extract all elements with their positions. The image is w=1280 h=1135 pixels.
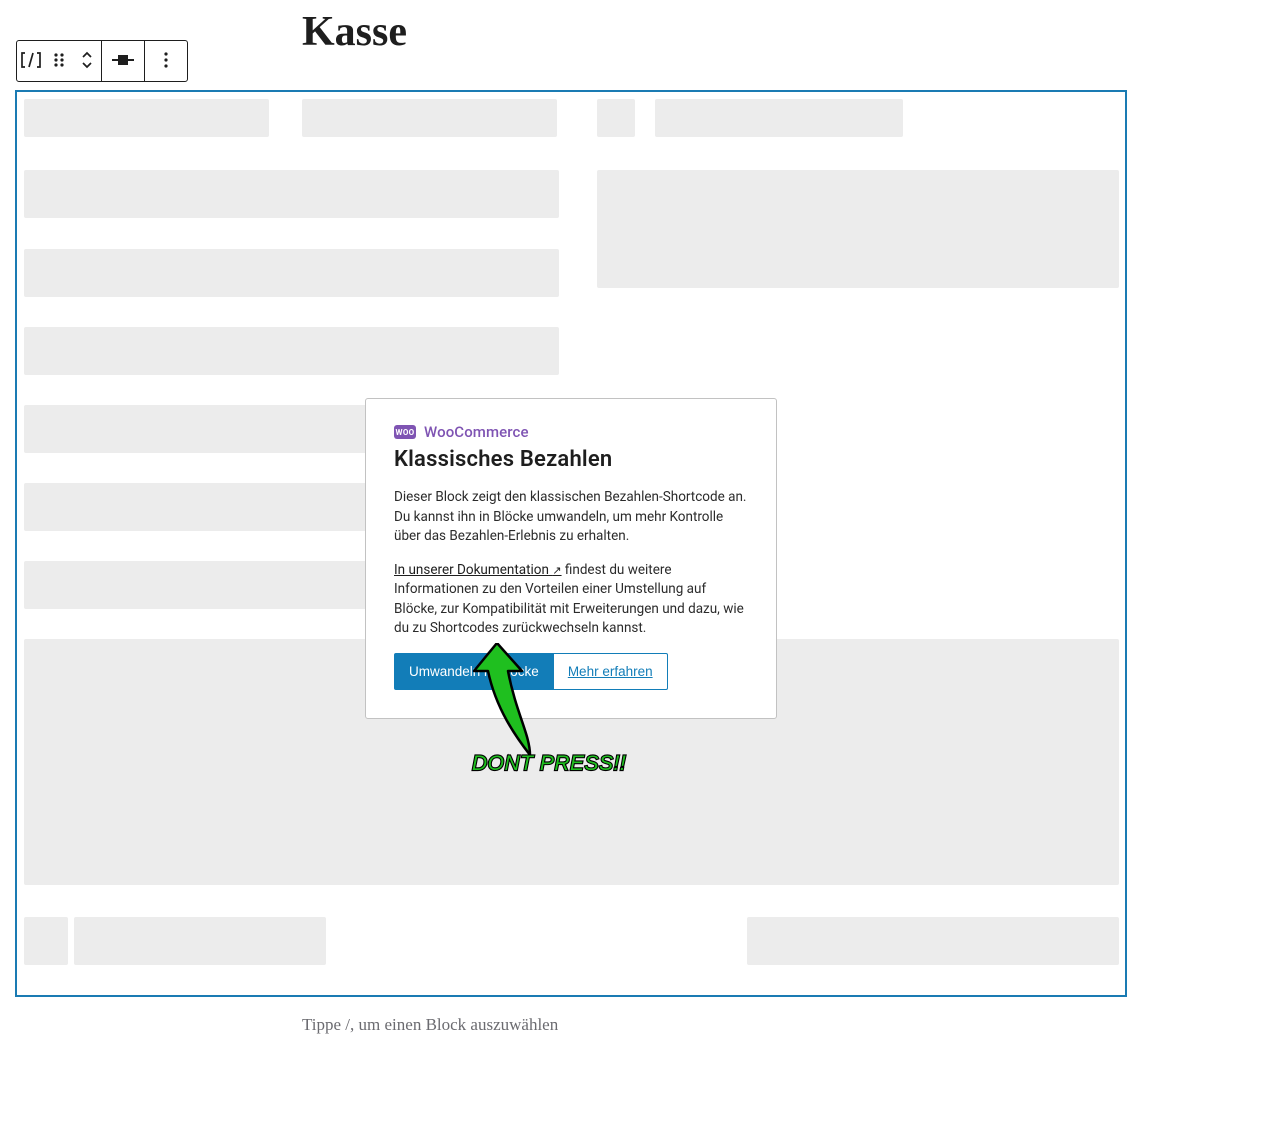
placeholder (302, 99, 557, 137)
placeholder (24, 170, 559, 218)
placeholder (74, 917, 326, 965)
placeholder (597, 99, 635, 137)
page-title: Kasse (302, 8, 407, 56)
popover-paragraph-2: In unserer Dokumentation ↗ findest du we… (394, 561, 748, 639)
placeholder (24, 249, 559, 297)
docs-link[interactable]: In unserer Dokumentation ↗ (394, 562, 562, 578)
placeholder (24, 917, 68, 965)
kebab-icon (163, 51, 169, 72)
external-link-icon: ↗ (552, 564, 561, 577)
placeholder (655, 99, 903, 137)
shortcode-icon (21, 52, 41, 71)
drag-handle-button[interactable] (45, 41, 73, 81)
placeholder (747, 917, 1119, 965)
align-icon (112, 52, 134, 71)
popover-paragraph-1: Dieser Block zeigt den klassischen Bezah… (394, 488, 748, 547)
convert-to-blocks-button[interactable]: Umwandeln in Blöcke (394, 653, 554, 690)
brand-label: WooCommerce (424, 423, 529, 441)
woo-badge-icon: WOO (394, 425, 416, 439)
chevrons-updown-icon (81, 51, 93, 72)
placeholder (24, 327, 559, 375)
drag-handle-icon (52, 52, 66, 71)
learn-more-button[interactable]: Mehr erfahren (554, 653, 668, 690)
move-button[interactable] (73, 41, 101, 81)
align-button[interactable] (102, 41, 144, 81)
block-type-button[interactable] (17, 41, 45, 81)
convert-to-blocks-popover: WOO WooCommerce Klassisches Bezahlen Die… (365, 398, 777, 719)
placeholder (24, 99, 269, 137)
placeholder (597, 170, 1119, 288)
paragraph-placeholder[interactable]: Tippe /, um einen Block auszuwählen (302, 1015, 558, 1035)
popover-heading: Klassisches Bezahlen (394, 447, 748, 472)
block-toolbar (16, 40, 188, 82)
more-options-button[interactable] (145, 41, 187, 81)
brand-row: WOO WooCommerce (394, 423, 748, 441)
popover-actions: Umwandeln in Blöcke Mehr erfahren (394, 653, 748, 690)
